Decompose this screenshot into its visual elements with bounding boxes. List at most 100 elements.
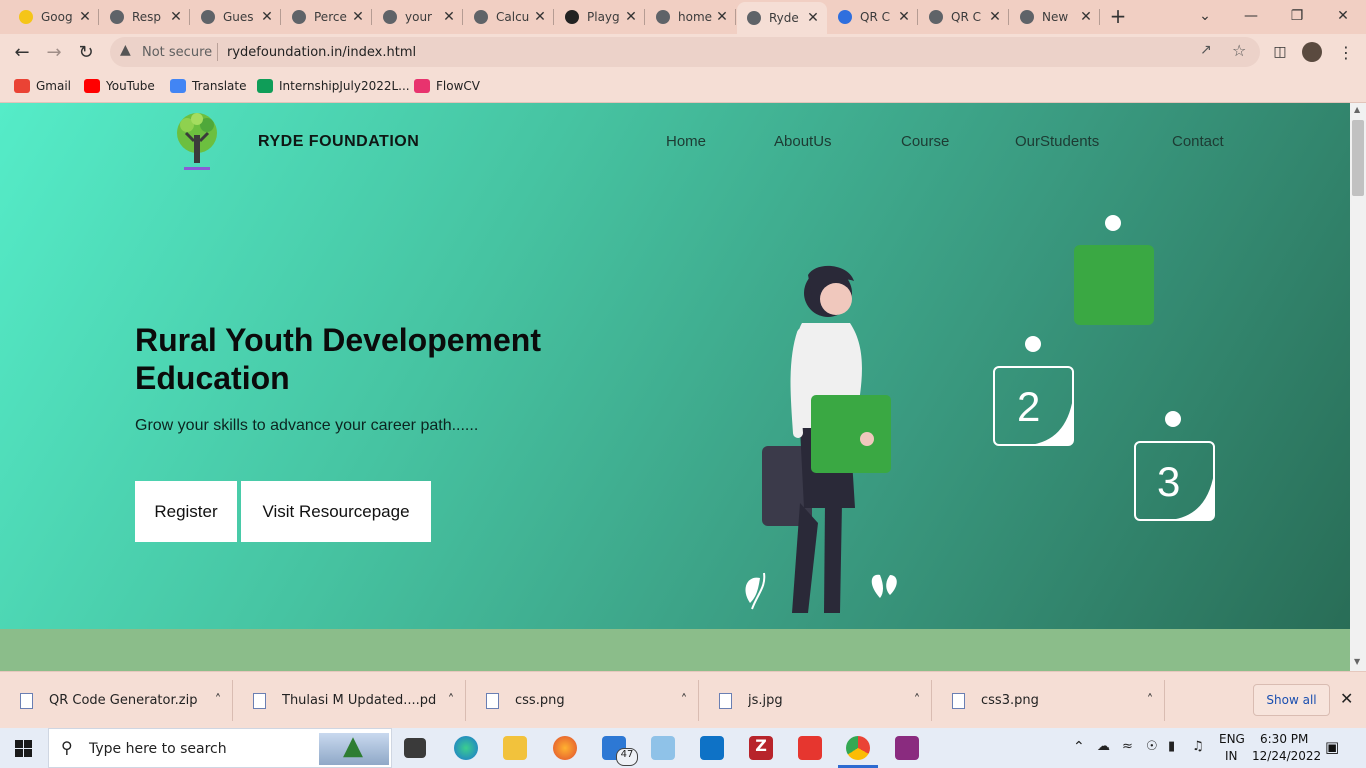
chevron-up-icon[interactable]: ˄: [436, 693, 466, 708]
hero-title: Rural Youth Developement Education: [135, 322, 541, 396]
maximize-button[interactable]: ❐: [1285, 5, 1309, 27]
close-tab-icon[interactable]: ✕: [532, 9, 548, 25]
new-tab-button[interactable]: +: [1106, 4, 1130, 28]
notification-icon[interactable]: ▣: [1325, 738, 1339, 756]
close-tab-icon[interactable]: ✕: [1078, 9, 1094, 25]
download-filename: css3.png: [981, 693, 1039, 708]
show-all-button[interactable]: Show all: [1253, 684, 1330, 716]
browser-tab[interactable]: Goog ✕: [9, 4, 99, 30]
download-item[interactable]: css.png ˄: [466, 672, 699, 729]
profile-avatar[interactable]: [1302, 42, 1322, 62]
scrollbar-thumb[interactable]: [1352, 120, 1364, 196]
close-tab-icon[interactable]: ✕: [805, 10, 821, 26]
visit-resourcepage-button[interactable]: Visit Resourcepage: [241, 481, 431, 542]
taskbar-search-box[interactable]: ⚲ Type here to search ▲: [48, 728, 392, 768]
volume-icon[interactable]: ♫: [1192, 739, 1204, 754]
chevron-up-icon[interactable]: ˄: [203, 693, 233, 708]
chevron-up-icon[interactable]: ˄: [1135, 693, 1165, 708]
windows-start-icon[interactable]: [15, 740, 32, 757]
brand-name[interactable]: RYDE FOUNDATION: [258, 133, 419, 151]
page-scrollbar[interactable]: ▲ ▼: [1350, 103, 1366, 671]
zip-icon: [20, 692, 33, 709]
wps-office-icon[interactable]: [798, 736, 822, 760]
firefox-icon[interactable]: [553, 736, 577, 760]
app-icon[interactable]: [651, 736, 675, 760]
wifi-icon[interactable]: ≈: [1122, 739, 1133, 754]
clock-date[interactable]: 12/24/2022: [1252, 749, 1321, 763]
browser-tab[interactable]: Playg ✕: [555, 4, 645, 30]
bookmark-label: YouTube: [106, 79, 155, 93]
minimize-button[interactable]: —: [1239, 5, 1263, 27]
address-bar[interactable]: ▲ Not secure rydefoundation.in/index.htm…: [110, 37, 1260, 67]
browser-tab[interactable]: your ✕: [373, 4, 463, 30]
browser-tab[interactable]: Ryde ✕: [737, 2, 827, 34]
download-item[interactable]: css3.png ˄: [932, 672, 1165, 729]
close-tab-icon[interactable]: ✕: [896, 9, 912, 25]
close-tab-icon[interactable]: ✕: [259, 9, 275, 25]
filezilla-icon[interactable]: Z: [749, 736, 773, 760]
download-item[interactable]: Thulasi M Updated....pdf ˄: [233, 672, 466, 729]
bookmark-item[interactable]: YouTube: [84, 77, 155, 95]
nav-contact[interactable]: Contact: [1172, 133, 1224, 150]
browser-tab[interactable]: home ✕: [646, 4, 736, 30]
close-shelf-icon[interactable]: ✕: [1340, 689, 1353, 708]
close-tab-icon[interactable]: ✕: [623, 9, 639, 25]
bookmark-item[interactable]: InternshipJuly2022L...: [257, 77, 410, 95]
browser-tab[interactable]: QR C ✕: [919, 4, 1009, 30]
reload-button[interactable]: ↻: [74, 40, 98, 64]
star-icon[interactable]: ☆: [1232, 41, 1246, 60]
bookmark-item[interactable]: Gmail: [14, 77, 71, 95]
side-panel-icon[interactable]: ◫: [1268, 40, 1292, 64]
url-text[interactable]: rydefoundation.in/index.html: [227, 45, 416, 60]
bookmark-item[interactable]: Translate: [170, 77, 247, 95]
browser-tab[interactable]: New ✕: [1010, 4, 1100, 30]
close-tab-icon[interactable]: ✕: [168, 9, 184, 25]
menu-icon[interactable]: ⋮: [1334, 40, 1358, 64]
download-item[interactable]: QR Code Generator.zip ˄: [0, 672, 233, 729]
language-label[interactable]: ENG: [1219, 732, 1245, 746]
nav-aboutus[interactable]: AboutUs: [774, 133, 832, 150]
onedrive-icon[interactable]: ☁: [1097, 739, 1110, 754]
image-file-icon: [719, 692, 732, 709]
close-tab-icon[interactable]: ✕: [350, 9, 366, 25]
edge-icon[interactable]: [454, 736, 478, 760]
task-view-icon[interactable]: [404, 738, 426, 758]
browser-tab[interactable]: Perce ✕: [282, 4, 372, 30]
hero-illustration: [745, 215, 1215, 613]
forward-button[interactable]: →: [42, 40, 66, 64]
winrar-icon[interactable]: [895, 736, 919, 760]
share-icon[interactable]: ↗: [1200, 42, 1212, 58]
chevron-up-icon[interactable]: ˄: [902, 693, 932, 708]
nav-ourstudents[interactable]: OurStudents: [1015, 133, 1099, 150]
register-button[interactable]: Register: [135, 481, 237, 542]
youtube-icon: [84, 79, 100, 93]
browser-tab[interactable]: Resp ✕: [100, 4, 190, 30]
browser-tab[interactable]: Gues ✕: [191, 4, 281, 30]
mail-icon[interactable]: 47: [602, 736, 638, 766]
chrome-icon[interactable]: [846, 736, 870, 760]
close-tab-icon[interactable]: ✕: [987, 9, 1003, 25]
file-explorer-icon[interactable]: [503, 736, 527, 760]
browser-tab[interactable]: Calcu ✕: [464, 4, 554, 30]
close-window-button[interactable]: ✕: [1331, 5, 1355, 27]
download-item[interactable]: js.jpg ˄: [699, 672, 932, 729]
close-tab-icon[interactable]: ✕: [714, 9, 730, 25]
battery-icon[interactable]: ▮: [1168, 739, 1175, 754]
vscode-icon[interactable]: [700, 736, 724, 760]
tab-title: your: [405, 10, 432, 24]
nav-course[interactable]: Course: [901, 133, 949, 150]
close-tab-icon[interactable]: ✕: [441, 9, 457, 25]
chevron-up-icon[interactable]: ˄: [669, 693, 699, 708]
bookmark-item[interactable]: FlowCV: [414, 77, 480, 95]
clock-time[interactable]: 6:30 PM: [1260, 732, 1308, 746]
chevron-up-icon[interactable]: ⌃: [1073, 739, 1085, 755]
nav-home[interactable]: Home: [666, 133, 706, 150]
security-label: Not secure: [142, 45, 213, 60]
close-tab-icon[interactable]: ✕: [77, 9, 93, 25]
meet-icon[interactable]: ☉: [1146, 739, 1158, 754]
browser-tab[interactable]: QR C ✕: [828, 4, 918, 30]
search-placeholder: Type here to search: [89, 741, 227, 757]
region-label[interactable]: IN: [1225, 749, 1238, 763]
tab-search-button[interactable]: ⌄: [1193, 5, 1217, 27]
back-button[interactable]: ←: [10, 40, 34, 64]
